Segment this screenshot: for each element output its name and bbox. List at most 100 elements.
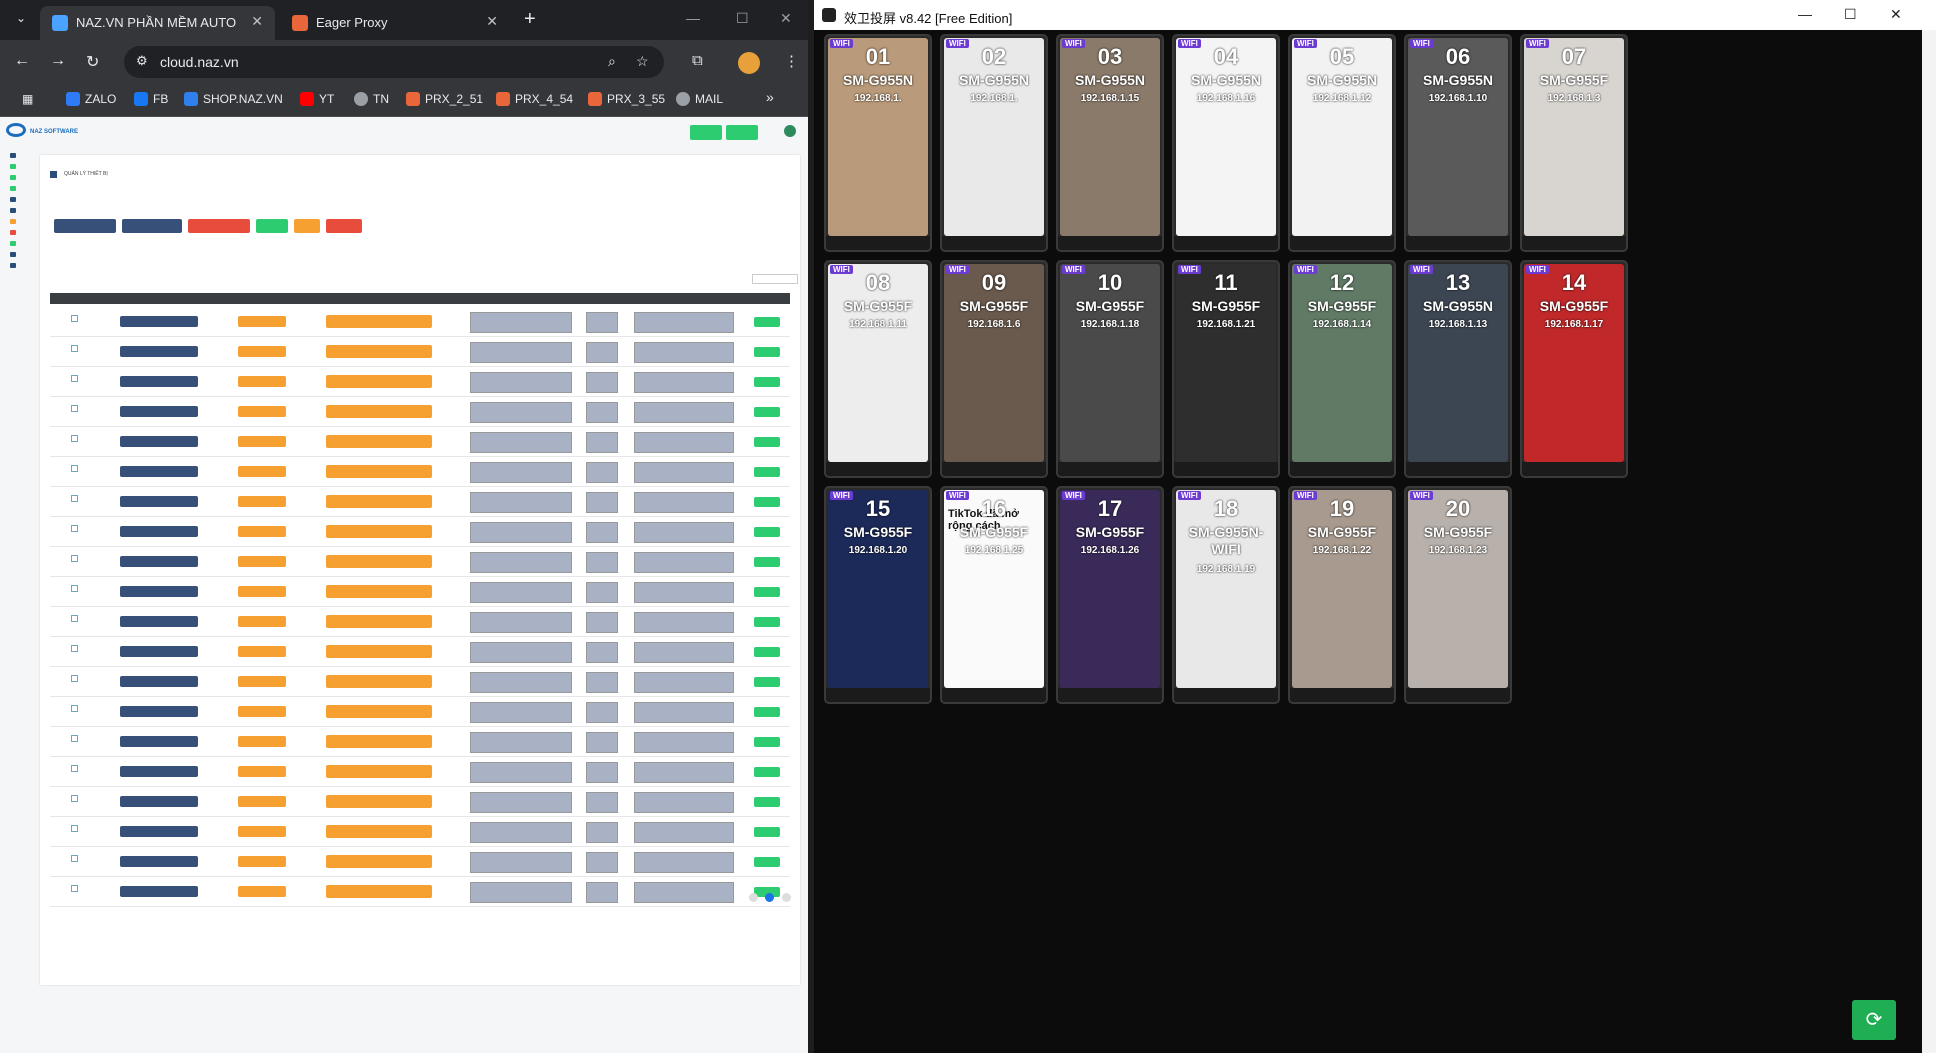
proxy-textarea[interactable] xyxy=(470,582,572,603)
close-tab-icon[interactable]: ✕ xyxy=(251,13,263,30)
action-button-5[interactable] xyxy=(294,219,320,233)
proxy-textarea[interactable] xyxy=(470,612,572,633)
row-save-button[interactable] xyxy=(754,317,780,327)
info-textarea[interactable] xyxy=(634,402,734,423)
info-textarea[interactable] xyxy=(634,822,734,843)
row-save-button[interactable] xyxy=(754,797,780,807)
proxy-textarea[interactable] xyxy=(470,672,572,693)
device-screen-14[interactable]: WIFI 14 SM-G955F 192.168.1.17 xyxy=(1520,260,1628,478)
proxy-textarea[interactable] xyxy=(470,342,572,363)
back-icon[interactable]: ← xyxy=(14,52,30,70)
row-save-button[interactable] xyxy=(754,857,780,867)
info-textarea[interactable] xyxy=(634,462,734,483)
row-save-button[interactable] xyxy=(754,377,780,387)
proxy-textarea[interactable] xyxy=(470,552,572,573)
note-textarea[interactable] xyxy=(586,402,618,423)
row-checkbox[interactable] xyxy=(64,375,84,385)
url-text[interactable]: cloud.naz.vn xyxy=(160,54,239,70)
device-screen-13[interactable]: WIFI 13 SM-G955N 192.168.1.13 xyxy=(1404,260,1512,478)
row-save-button[interactable] xyxy=(754,557,780,567)
tab-eager-proxy[interactable]: Eager Proxy ✕ xyxy=(280,6,510,40)
search-input[interactable] xyxy=(752,274,798,284)
sidebar-item[interactable] xyxy=(10,263,16,268)
note-textarea[interactable] xyxy=(586,732,618,753)
android-nav-bar[interactable] xyxy=(1290,462,1394,476)
row-save-button[interactable] xyxy=(754,737,780,747)
row-checkbox[interactable] xyxy=(64,615,84,625)
row-save-button[interactable] xyxy=(754,647,780,657)
proxy-textarea[interactable] xyxy=(470,402,572,423)
info-textarea[interactable] xyxy=(634,732,734,753)
note-textarea[interactable] xyxy=(586,432,618,453)
address-bar[interactable]: ⚙ cloud.naz.vn ⌕ ☆ xyxy=(124,46,664,78)
minimize-icon[interactable]: — xyxy=(1798,6,1812,22)
info-textarea[interactable] xyxy=(634,522,734,543)
row-save-button[interactable] xyxy=(754,617,780,627)
info-textarea[interactable] xyxy=(634,702,734,723)
info-textarea[interactable] xyxy=(634,342,734,363)
android-nav-bar[interactable] xyxy=(1058,462,1162,476)
bookmark-prx-3-55[interactable]: PRX_3_55 xyxy=(588,92,665,106)
row-checkbox[interactable] xyxy=(64,675,84,685)
android-nav-bar[interactable] xyxy=(826,236,930,250)
close-tab-icon[interactable]: ✕ xyxy=(486,13,498,30)
sidebar-item[interactable] xyxy=(10,153,16,158)
profile-avatar[interactable] xyxy=(738,52,760,74)
bookmarks-overflow-icon[interactable]: » xyxy=(766,89,774,105)
sidebar-item[interactable] xyxy=(10,175,16,180)
bookmark-yt[interactable]: YT xyxy=(300,92,334,106)
note-textarea[interactable] xyxy=(586,822,618,843)
android-nav-bar[interactable] xyxy=(1522,462,1626,476)
info-textarea[interactable] xyxy=(634,612,734,633)
note-textarea[interactable] xyxy=(586,672,618,693)
row-save-button[interactable] xyxy=(754,767,780,777)
info-textarea[interactable] xyxy=(634,852,734,873)
action-button-3[interactable] xyxy=(188,219,250,233)
reload-icon[interactable]: ↻ xyxy=(86,52,99,72)
menu-icon[interactable]: ⋮ xyxy=(784,52,799,70)
row-checkbox[interactable] xyxy=(64,495,84,505)
device-screen-06[interactable]: WIFI 06 SM-G955N 192.168.1.10 xyxy=(1404,34,1512,252)
device-screen-01[interactable]: WIFI 01 SM-G955N 192.168.1. xyxy=(824,34,932,252)
note-textarea[interactable] xyxy=(586,312,618,333)
device-screen-19[interactable]: WIFI 19 SM-G955F 192.168.1.22 xyxy=(1288,486,1396,704)
row-checkbox[interactable] xyxy=(64,735,84,745)
device-screen-18[interactable]: WIFI 18 SM-G955N-WIFI 192.168.1.19 xyxy=(1172,486,1280,704)
device-screen-16[interactable]: WIFI TikTok đã mở rộng cách 16 SM-G955F 192.… xyxy=(940,486,1048,704)
device-screen-05[interactable]: WIFI 05 SM-G955N 192.168.1.12 xyxy=(1288,34,1396,252)
close-window-icon[interactable]: ✕ xyxy=(1890,6,1902,23)
row-checkbox[interactable] xyxy=(64,705,84,715)
note-textarea[interactable] xyxy=(586,792,618,813)
tab-naz[interactable]: NAZ.VN PHẦN MỀM AUTO NU ✕ xyxy=(40,6,275,40)
row-checkbox[interactable] xyxy=(64,885,84,895)
android-nav-bar[interactable] xyxy=(1290,688,1394,702)
device-screen-04[interactable]: WIFI 04 SM-G955N 192.168.1.16 xyxy=(1172,34,1280,252)
proxy-textarea[interactable] xyxy=(470,522,572,543)
proxy-textarea[interactable] xyxy=(470,822,572,843)
row-save-button[interactable] xyxy=(754,437,780,447)
device-screen-07[interactable]: WIFI 07 SM-G955F 192.168.1.3 xyxy=(1520,34,1628,252)
bookmark-mail[interactable]: MAIL xyxy=(676,92,723,106)
row-save-button[interactable] xyxy=(754,677,780,687)
bookmark-fb[interactable]: FB xyxy=(134,92,168,106)
note-textarea[interactable] xyxy=(586,372,618,393)
row-checkbox[interactable] xyxy=(64,435,84,445)
device-screen-09[interactable]: WIFI 09 SM-G955F 192.168.1.6 xyxy=(940,260,1048,478)
row-checkbox[interactable] xyxy=(64,525,84,535)
sidebar-item[interactable] xyxy=(10,186,16,191)
maximize-icon[interactable]: ☐ xyxy=(736,10,749,27)
avatar[interactable] xyxy=(784,125,796,137)
device-screen-15[interactable]: WIFI 15 SM-G955F 192.168.1.20 xyxy=(824,486,932,704)
row-save-button[interactable] xyxy=(754,587,780,597)
sidebar-item[interactable] xyxy=(10,164,16,169)
new-tab-button[interactable]: + xyxy=(524,8,536,31)
bookmark-prx-2-51[interactable]: PRX_2_51 xyxy=(406,92,483,106)
device-screen-20[interactable]: WIFI 20 SM-G955F 192.168.1.23 xyxy=(1404,486,1512,704)
site-info-icon[interactable]: ⚙ xyxy=(136,53,148,69)
row-checkbox[interactable] xyxy=(64,855,84,865)
info-textarea[interactable] xyxy=(634,762,734,783)
bookmark-tn[interactable]: TN xyxy=(354,92,389,106)
action-button-4[interactable] xyxy=(256,219,288,233)
close-window-icon[interactable]: ✕ xyxy=(780,10,792,27)
sidebar-item[interactable] xyxy=(10,197,16,202)
